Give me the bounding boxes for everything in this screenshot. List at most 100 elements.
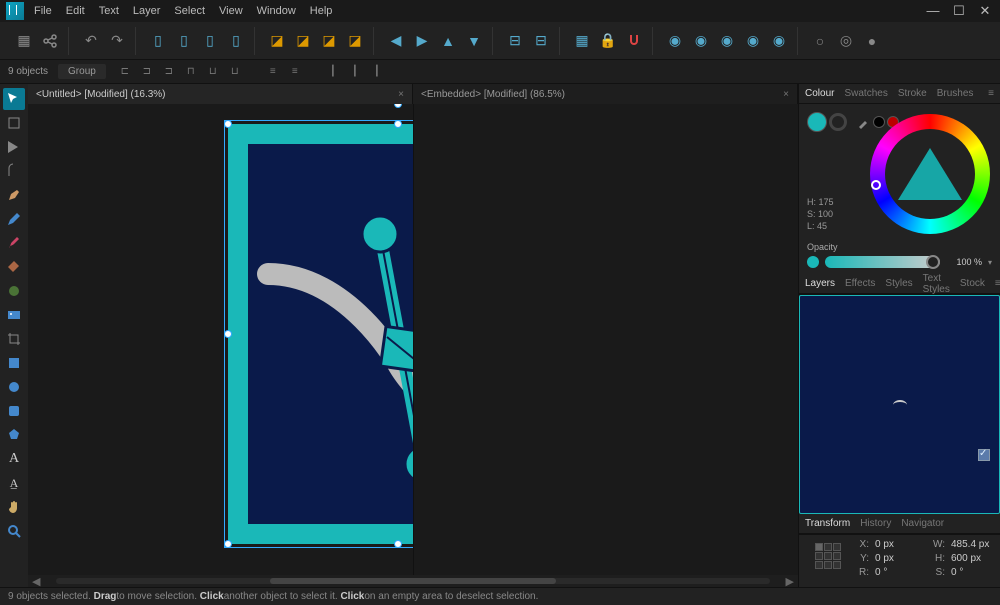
align-bottom-icon[interactable]: ⊔ [226, 63, 244, 81]
boolean-subtract-icon[interactable]: ◉ [689, 29, 713, 53]
dist-v-icon[interactable]: ┃ [346, 63, 364, 81]
doc-tab-2[interactable]: <Embedded> [Modified] (86.5%) × [413, 84, 798, 104]
boolean-divide-icon[interactable]: ◉ [767, 29, 791, 53]
mirror-h-icon[interactable]: ▲ [436, 29, 460, 53]
blend-mode-select[interactable]: Normal [892, 305, 962, 318]
align-top-icon[interactable]: ⊓ [182, 63, 200, 81]
shape-rect-tool[interactable] [3, 352, 25, 374]
fill-swatch[interactable] [807, 112, 827, 132]
menu-window[interactable]: Window [257, 5, 296, 17]
menu-file[interactable]: File [34, 5, 52, 17]
insert-behind-icon[interactable]: ● [860, 29, 884, 53]
text-frame-tool[interactable]: A̲ [3, 472, 25, 494]
menu-layer[interactable]: Layer [133, 5, 161, 17]
tab-stroke[interactable]: Stroke [898, 88, 927, 99]
tab-layers[interactable]: Layers [805, 278, 835, 289]
tab-navigator[interactable]: Navigator [901, 518, 944, 529]
magnet-icon[interactable] [622, 29, 646, 53]
opacity-slider[interactable] [825, 256, 940, 268]
layer-row[interactable]: path2678 (Curve) [805, 354, 994, 377]
grid-icon[interactable]: ▦ [12, 29, 36, 53]
eyedropper-icon[interactable] [857, 115, 871, 129]
menu-view[interactable]: View [219, 5, 243, 17]
snap-icon[interactable]: ▦ [570, 29, 594, 53]
move-tool[interactable] [3, 88, 25, 110]
tab-stock[interactable]: Stock [960, 278, 985, 289]
add-layer-icon[interactable]: ▭ [943, 475, 955, 491]
layer-visible-checkbox[interactable] [978, 336, 990, 348]
align-left-icon[interactable]: ▯ [146, 29, 170, 53]
align-left-edges-icon[interactable]: ⊏ [116, 63, 134, 81]
rotate-cw-icon[interactable]: ↷ [105, 29, 129, 53]
hand-tool[interactable] [3, 496, 25, 518]
boolean-intersect-icon[interactable]: ◉ [715, 29, 739, 53]
doc-tab-1[interactable]: <Untitled> [Modified] (16.3%) × [28, 84, 413, 104]
crop-tool[interactable] [3, 328, 25, 350]
layer-mask-icon[interactable]: ◧ [807, 475, 819, 491]
tab-history[interactable]: History [860, 518, 891, 529]
rotate-ccw-icon[interactable]: ↶ [79, 29, 103, 53]
opacity-value[interactable]: 100 % [946, 257, 982, 267]
x-input[interactable]: 0 px [875, 539, 925, 550]
fill-tool[interactable] [3, 256, 25, 278]
canvas-left[interactable] [28, 104, 413, 575]
horizontal-scrollbar[interactable]: ◀ ▶ [28, 575, 798, 587]
stroke-swatch[interactable] [829, 113, 847, 131]
layer-row[interactable]: path2672 (Curve) [805, 422, 994, 445]
layer-visible-checkbox[interactable] [978, 427, 990, 439]
layer-row[interactable]: path2676 (Curve) [805, 376, 994, 399]
canvas-right[interactable] [413, 104, 799, 575]
tab-colour[interactable]: Colour [805, 88, 834, 99]
boolean-add-icon[interactable]: ◉ [663, 29, 687, 53]
node-tool[interactable] [3, 136, 25, 158]
menu-select[interactable]: Select [174, 5, 205, 17]
layer-visible-checkbox[interactable] [978, 449, 990, 461]
layer-adjust-icon[interactable]: ◐ [823, 475, 831, 491]
menu-edit[interactable]: Edit [66, 5, 85, 17]
tab-text-styles[interactable]: Text Styles [923, 273, 950, 295]
menu-help[interactable]: Help [310, 5, 333, 17]
w-input[interactable]: 485.4 px [951, 539, 1000, 550]
layer-fx-icon[interactable]: fx [835, 475, 842, 491]
align-v-center-icon[interactable]: ⊔ [204, 63, 222, 81]
artboard[interactable] [228, 124, 413, 544]
chevron-down-icon[interactable] [988, 257, 992, 267]
align-stretch-icon[interactable]: ▯ [224, 29, 248, 53]
tab-swatches[interactable]: Swatches [844, 88, 887, 99]
zoom-tool[interactable] [3, 520, 25, 542]
artboard-tool[interactable] [3, 112, 25, 134]
align-center-icon[interactable]: ▯ [172, 29, 196, 53]
group-button[interactable]: Group [58, 64, 106, 79]
close-button[interactable]: ✕ [976, 3, 994, 19]
layer-visible-checkbox[interactable] [978, 359, 990, 371]
maximize-button[interactable]: ☐ [950, 3, 968, 19]
layer-visible-checkbox[interactable] [978, 381, 990, 393]
delete-layer-icon[interactable]: 🗑 [975, 475, 992, 491]
order-backward-icon[interactable]: ◪ [291, 29, 315, 53]
brush-tool[interactable] [3, 232, 25, 254]
flip-v-icon[interactable]: ▶ [410, 29, 434, 53]
layer-row[interactable]: path2670 (Curve) [805, 444, 994, 467]
align-right-icon[interactable]: ▯ [198, 29, 222, 53]
distribute-h-icon[interactable]: ⊟ [503, 29, 527, 53]
dist-space-icon[interactable]: ┃ [368, 63, 386, 81]
close-icon[interactable]: × [398, 89, 404, 100]
add-pixel-layer-icon[interactable]: ▦ [959, 475, 971, 491]
insert-target-icon[interactable]: ○ [808, 29, 832, 53]
layer-row[interactable]: path2674 (Curve) [805, 399, 994, 422]
minimize-button[interactable]: — [924, 3, 942, 19]
align-h-center-icon[interactable]: ⊐ [138, 63, 156, 81]
y-input[interactable]: 0 px [875, 553, 925, 564]
colour-wheel[interactable] [870, 114, 990, 234]
distribute-v-icon[interactable]: ⊟ [529, 29, 553, 53]
space-v-icon[interactable]: ≡ [286, 63, 304, 81]
order-back-icon[interactable]: ◪ [265, 29, 289, 53]
layer-visible-checkbox[interactable] [978, 404, 990, 416]
dist-h-icon[interactable]: ┃ [324, 63, 342, 81]
panel-menu-icon[interactable]: ≡ [988, 88, 994, 99]
pencil-tool[interactable] [3, 208, 25, 230]
r-input[interactable]: 0 ° [875, 567, 925, 578]
shape-polygon-tool[interactable] [3, 424, 25, 446]
lock-icon[interactable]: 🔒 [596, 29, 620, 53]
close-icon[interactable]: × [783, 89, 789, 100]
